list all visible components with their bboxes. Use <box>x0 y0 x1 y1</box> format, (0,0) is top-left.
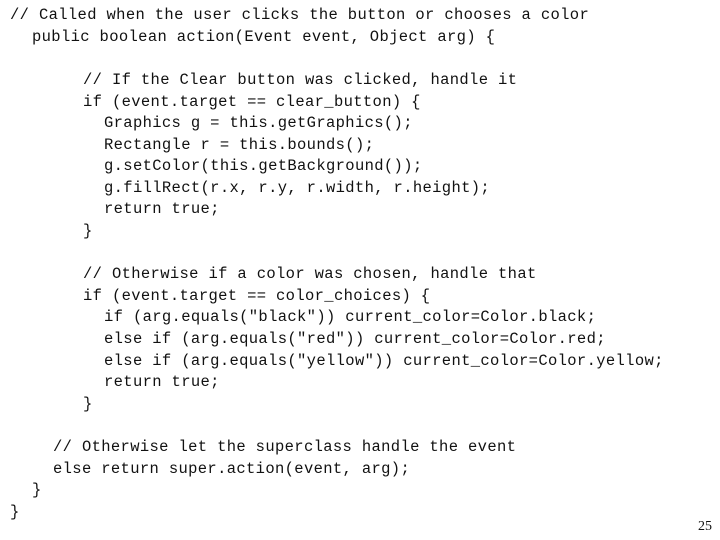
code-line: if (arg.equals("black")) current_color=C… <box>104 308 597 326</box>
code-line: Rectangle r = this.bounds(); <box>104 136 375 154</box>
code-line: g.fillRect(r.x, r.y, r.width, r.height); <box>104 179 491 197</box>
code-line: g.setColor(this.getBackground()); <box>104 157 423 175</box>
code-line: if (event.target == color_choices) { <box>83 287 431 305</box>
code-line: return true; <box>104 200 220 218</box>
code-line: } <box>83 395 93 413</box>
code-line: if (event.target == clear_button) { <box>83 93 421 111</box>
code-line: else if (arg.equals("yellow")) current_c… <box>104 352 664 370</box>
code-line: // Called when the user clicks the butto… <box>10 6 590 24</box>
code-line: // Otherwise if a color was chosen, hand… <box>83 265 537 283</box>
code-line: } <box>10 503 20 521</box>
code-line: Graphics g = this.getGraphics(); <box>104 114 413 132</box>
code-line: return true; <box>104 373 220 391</box>
code-line: else return super.action(event, arg); <box>53 460 411 478</box>
page-number: 25 <box>698 519 712 534</box>
code-line: else if (arg.equals("red")) current_colo… <box>104 330 606 348</box>
code-line: public boolean action(Event event, Objec… <box>32 28 496 46</box>
code-line: // If the Clear button was clicked, hand… <box>83 71 518 89</box>
code-line: // Otherwise let the superclass handle t… <box>53 438 517 456</box>
code-line: } <box>32 481 42 499</box>
code-line: } <box>83 222 93 240</box>
